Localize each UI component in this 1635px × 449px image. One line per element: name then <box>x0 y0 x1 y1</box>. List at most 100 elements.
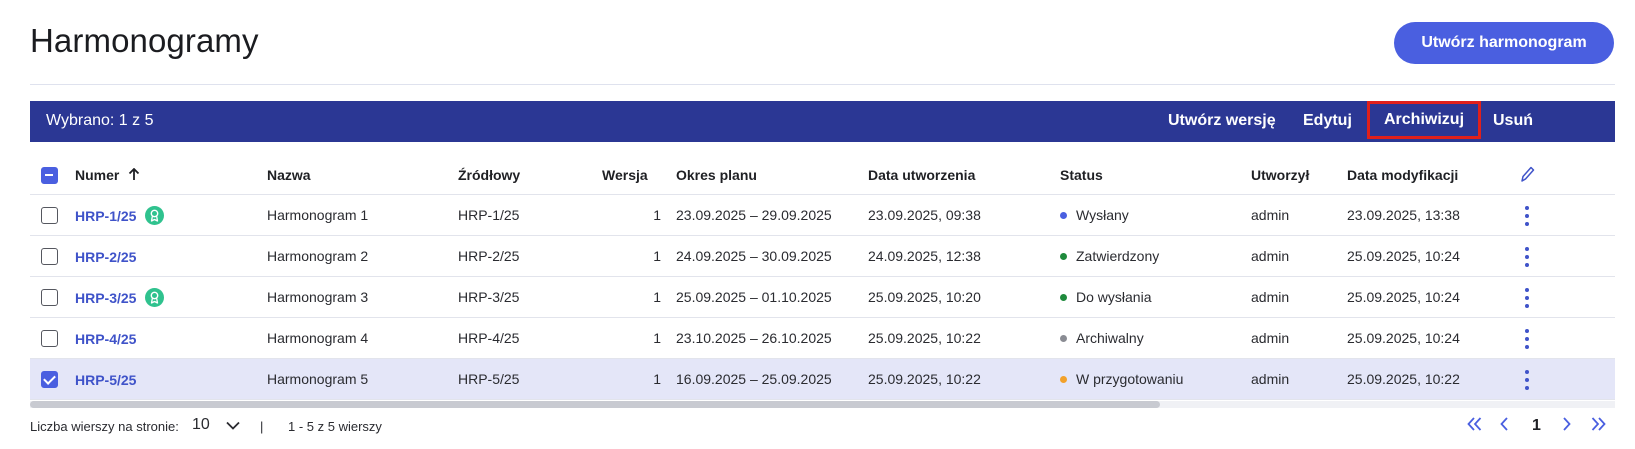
archive-button[interactable]: Archiwizuj <box>1366 101 1482 139</box>
last-page-icon[interactable] <box>1590 416 1607 432</box>
table-footer: Liczba wierszy na stronie: 10 | 1 - 5 z … <box>30 412 1615 442</box>
plan-period: 23.09.2025 – 29.09.2025 <box>676 207 832 223</box>
status: Do wysłania <box>1060 289 1151 305</box>
schedule-number-link[interactable]: HRP-1/25 <box>75 208 136 224</box>
table-row[interactable]: HRP-4/25 Harmonogram 4 HRP-4/25 1 23.10.2025… <box>30 318 1615 359</box>
kebab-icon[interactable] <box>1524 287 1530 309</box>
table-body: HRP-1/25 Harmonogram 1 HRP-1/25 1 23.09.2025… <box>30 195 1615 400</box>
next-page-icon[interactable] <box>1561 416 1572 432</box>
status-dot <box>1060 253 1067 260</box>
created-date: 23.09.2025, 09:38 <box>868 207 981 223</box>
chevron-down-icon <box>226 421 240 430</box>
status: W przygotowaniu <box>1060 371 1183 387</box>
header-divider <box>30 84 1615 85</box>
table-row[interactable]: HRP-3/25 Harmonogram 3 HRP-3/25 1 25.09.2025… <box>30 277 1615 318</box>
first-page-icon[interactable] <box>1466 416 1483 432</box>
row-checkbox[interactable] <box>41 289 58 306</box>
current-page[interactable]: 1 <box>1532 417 1541 435</box>
created-by: admin <box>1251 289 1290 305</box>
table-row[interactable]: HRP-1/25 Harmonogram 1 HRP-1/25 1 23.09.2025… <box>30 195 1615 236</box>
column-header-status[interactable]: Status <box>1060 167 1103 183</box>
sort-up-icon <box>129 167 140 180</box>
schedule-number-link[interactable]: HRP-5/25 <box>75 372 136 388</box>
row-checkbox[interactable] <box>41 207 58 224</box>
row-checkbox[interactable] <box>41 248 58 265</box>
edit-columns-icon[interactable] <box>1519 164 1535 184</box>
modified-date: 25.09.2025, 10:24 <box>1347 248 1460 264</box>
column-header-utworzyl[interactable]: Utworzył <box>1251 167 1309 183</box>
rows-info: 1 - 5 z 5 wierszy <box>288 419 382 434</box>
selection-bar: Wybrano: 1 z 5 Utwórz wersję Edytuj Arch… <box>30 101 1615 142</box>
footer-separator: | <box>260 419 264 434</box>
created-date: 25.09.2025, 10:22 <box>868 330 981 346</box>
table-row[interactable]: HRP-5/25 Harmonogram 5 HRP-5/25 1 16.09.2025… <box>30 359 1615 400</box>
modified-date: 25.09.2025, 10:22 <box>1347 371 1460 387</box>
plan-period: 25.09.2025 – 01.10.2025 <box>676 289 832 305</box>
table-row[interactable]: HRP-2/25 Harmonogram 2 HRP-2/25 1 24.09.2025… <box>30 236 1615 277</box>
create-version-button[interactable]: Utwórz wersję <box>1168 112 1276 130</box>
schedule-name: Harmonogram 5 <box>267 371 369 387</box>
modified-date: 25.09.2025, 10:24 <box>1347 330 1460 346</box>
version: 1 <box>653 330 661 346</box>
source-number: HRP-2/25 <box>458 248 520 264</box>
table-header: Numer Nazwa Źródłowy Wersja Okres planu … <box>30 155 1615 195</box>
column-header-data-modyfikacji[interactable]: Data modyfikacji <box>1347 167 1458 183</box>
schedules-table: Numer Nazwa Źródłowy Wersja Okres planu … <box>30 155 1615 400</box>
created-by: admin <box>1251 330 1290 346</box>
version: 1 <box>653 207 661 223</box>
status: Archiwalny <box>1060 330 1144 346</box>
horizontal-scrollbar[interactable] <box>30 401 1615 408</box>
schedule-name: Harmonogram 1 <box>267 207 369 223</box>
row-checkbox[interactable] <box>41 371 58 388</box>
scrollbar-thumb[interactable] <box>30 401 1160 408</box>
column-header-nazwa[interactable]: Nazwa <box>267 167 311 183</box>
source-number: HRP-1/25 <box>458 207 520 223</box>
schedule-number-link[interactable]: HRP-2/25 <box>75 249 136 265</box>
column-header-wersja[interactable]: Wersja <box>602 167 648 183</box>
rows-per-page-select[interactable]: 10 <box>192 416 240 434</box>
version: 1 <box>653 289 661 305</box>
badge-icon <box>145 206 164 225</box>
edit-button[interactable]: Edytuj <box>1303 112 1352 130</box>
created-date: 25.09.2025, 10:22 <box>868 371 981 387</box>
column-header-zrodlowy[interactable]: Źródłowy <box>458 167 520 183</box>
page-title: Harmonogramy <box>30 22 259 59</box>
version: 1 <box>653 248 661 264</box>
status-dot <box>1060 212 1067 219</box>
status: Wysłany <box>1060 207 1129 223</box>
created-by: admin <box>1251 371 1290 387</box>
status-dot <box>1060 294 1067 301</box>
badge-icon <box>145 288 164 307</box>
modified-date: 25.09.2025, 10:24 <box>1347 289 1460 305</box>
delete-button[interactable]: Usuń <box>1493 112 1533 130</box>
kebab-icon[interactable] <box>1524 328 1530 350</box>
select-all-checkbox[interactable] <box>41 167 58 184</box>
kebab-icon[interactable] <box>1524 246 1530 268</box>
plan-period: 16.09.2025 – 25.09.2025 <box>676 371 832 387</box>
source-number: HRP-3/25 <box>458 289 520 305</box>
source-number: HRP-4/25 <box>458 330 520 346</box>
kebab-icon[interactable] <box>1524 369 1530 391</box>
schedule-name: Harmonogram 3 <box>267 289 369 305</box>
created-date: 24.09.2025, 12:38 <box>868 248 981 264</box>
status-dot <box>1060 335 1067 342</box>
source-number: HRP-5/25 <box>458 371 520 387</box>
version: 1 <box>653 371 661 387</box>
plan-period: 23.10.2025 – 26.10.2025 <box>676 330 832 346</box>
row-checkbox[interactable] <box>41 330 58 347</box>
schedule-name: Harmonogram 2 <box>267 248 369 264</box>
schedule-number-link[interactable]: HRP-3/25 <box>75 290 136 306</box>
status-dot <box>1060 376 1067 383</box>
created-by: admin <box>1251 248 1290 264</box>
schedule-number-link[interactable]: HRP-4/25 <box>75 331 136 347</box>
column-header-okres[interactable]: Okres planu <box>676 167 757 183</box>
column-header-numer[interactable]: Numer <box>75 167 140 183</box>
created-date: 25.09.2025, 10:20 <box>868 289 981 305</box>
selection-count: Wybrano: 1 z 5 <box>46 112 154 129</box>
status: Zatwierdzony <box>1060 248 1159 264</box>
column-header-data-utworzenia[interactable]: Data utworzenia <box>868 167 975 183</box>
kebab-icon[interactable] <box>1524 205 1530 227</box>
create-schedule-button[interactable]: Utwórz harmonogram <box>1394 22 1614 64</box>
plan-period: 24.09.2025 – 30.09.2025 <box>676 248 832 264</box>
prev-page-icon[interactable] <box>1499 416 1510 432</box>
